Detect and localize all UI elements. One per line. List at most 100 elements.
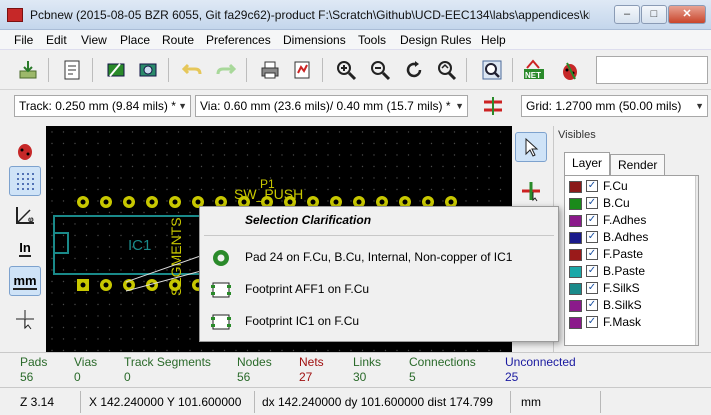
load-board-button[interactable]: [14, 56, 42, 84]
zoom-out-button[interactable]: [366, 56, 394, 84]
layer-row[interactable]: ✓ F.Paste: [565, 246, 690, 263]
page-icon: [64, 60, 80, 80]
menu-help[interactable]: Help: [481, 33, 506, 47]
layer-list-scrollbar[interactable]: [695, 176, 699, 345]
page-settings-button[interactable]: [58, 56, 86, 84]
ladybug-icon: [18, 144, 32, 160]
close-button[interactable]: ✕: [668, 5, 706, 24]
layer-visible-checkbox[interactable]: ✓: [586, 265, 598, 277]
tab-render[interactable]: Render: [610, 154, 666, 175]
redo-button[interactable]: [212, 56, 240, 84]
menu-view[interactable]: View: [81, 33, 107, 47]
menu-route[interactable]: Route: [162, 33, 194, 47]
polar-coords-button[interactable]: φ: [9, 200, 41, 230]
nodes-value: 56: [237, 370, 251, 384]
cursor-delta-readout: dx 142.240000 dy 101.600000 dist 174.799: [262, 395, 493, 409]
layer-color-swatch[interactable]: [569, 232, 582, 244]
layer-color-swatch[interactable]: [569, 249, 582, 261]
menu-edit[interactable]: Edit: [46, 33, 67, 47]
grid-size-value: Grid: 1.2700 mm (50.00 mils): [526, 99, 682, 113]
layer-color-swatch[interactable]: [569, 215, 582, 227]
layer-row[interactable]: ✓ B.Cu: [565, 195, 690, 212]
grid-toggle-button[interactable]: [9, 166, 41, 196]
svg-text:φ: φ: [28, 215, 34, 224]
load-icon: [19, 61, 37, 79]
popup-divider: [204, 235, 554, 236]
minimize-button[interactable]: –: [614, 5, 640, 24]
layer-color-swatch[interactable]: [569, 283, 582, 295]
title-bar: Pcbnew (2015-08-05 BZR 6055, Git fa29c62…: [0, 0, 711, 30]
layer-visible-checkbox[interactable]: ✓: [586, 231, 598, 243]
layer-row[interactable]: ✓ B.Paste: [565, 263, 690, 280]
layer-row[interactable]: ✓ F.SilkS: [565, 280, 690, 297]
layer-name: F.Paste: [603, 247, 644, 261]
menu-place[interactable]: Place: [120, 33, 150, 47]
print-button[interactable]: [256, 56, 284, 84]
layer-visible-checkbox[interactable]: ✓: [586, 180, 598, 192]
popup-item-footprint-ic1[interactable]: Footprint IC1 on F.Cu: [204, 307, 554, 335]
drc-button[interactable]: [556, 56, 584, 84]
auto-track-width-button[interactable]: [479, 92, 507, 120]
zoom-fit-button[interactable]: [432, 56, 460, 84]
layer-visible-checkbox[interactable]: ✓: [586, 248, 598, 260]
track-width-select[interactable]: Track: 0.250 mm (9.84 mils) * ▼: [14, 95, 191, 117]
highlight-net-button[interactable]: [515, 176, 547, 206]
menu-dimensions[interactable]: Dimensions: [283, 33, 346, 47]
menu-tools[interactable]: Tools: [358, 33, 386, 47]
menu-design-rules[interactable]: Design Rules: [400, 33, 471, 47]
grid-icon: [17, 173, 34, 190]
layer-visible-checkbox[interactable]: ✓: [586, 282, 598, 294]
plot-button[interactable]: [288, 56, 316, 84]
footprint-icon: [211, 314, 231, 330]
footprint-editor-button[interactable]: [102, 56, 130, 84]
options-toolbar: Track: 0.250 mm (9.84 mils) * ▼ Via: 0.60…: [0, 90, 711, 122]
popup-item-pad-24[interactable]: Pad 24 on F.Cu, B.Cu, Internal, Non-copp…: [204, 243, 554, 271]
undo-button[interactable]: [178, 56, 206, 84]
drc-toggle-button[interactable]: [9, 136, 41, 166]
links-label: Links: [353, 355, 382, 369]
highlight-net-icon: [522, 182, 540, 202]
popup-item-label: Footprint AFF1 on F.Cu: [245, 282, 370, 296]
svg-text:NET: NET: [525, 71, 541, 80]
menu-preferences[interactable]: Preferences: [206, 33, 271, 47]
layer-visible-checkbox[interactable]: ✓: [586, 197, 598, 209]
layer-row[interactable]: ✓ F.Adhes: [565, 212, 690, 229]
menu-bar: File Edit View Place Route Preferences D…: [0, 30, 711, 50]
layer-name: F.Adhes: [603, 213, 647, 227]
find-button[interactable]: [478, 56, 506, 84]
layer-row[interactable]: ✓ B.Adhes: [565, 229, 690, 246]
layer-visible-checkbox[interactable]: ✓: [586, 299, 598, 311]
redraw-button[interactable]: [400, 56, 428, 84]
plot-icon: [294, 61, 310, 79]
maximize-button[interactable]: □: [641, 5, 667, 24]
ic1-notch: [53, 232, 69, 254]
layer-row[interactable]: ✓ F.Mask: [565, 314, 690, 331]
scrollbar-thumb[interactable]: [698, 196, 699, 256]
vias-value: 0: [74, 370, 81, 384]
via-size-select[interactable]: Via: 0.60 mm (23.6 mils)/ 0.40 mm (15.7 …: [195, 95, 468, 117]
cursor-shape-button[interactable]: [9, 304, 41, 334]
popup-item-footprint-aff1[interactable]: Footprint AFF1 on F.Cu: [204, 275, 554, 303]
layer-color-swatch[interactable]: [569, 300, 582, 312]
tab-layer[interactable]: Layer: [564, 152, 611, 176]
units-mm-button[interactable]: mm: [9, 266, 41, 296]
zoom-in-button[interactable]: [332, 56, 360, 84]
grid-size-select[interactable]: Grid: 1.2700 mm (50.00 mils) ▼: [521, 95, 708, 117]
layer-name: B.SilkS: [603, 298, 642, 312]
layer-color-swatch[interactable]: [569, 181, 582, 193]
toolbar-search-input[interactable]: [596, 56, 708, 84]
layer-row[interactable]: ✓ B.SilkS: [565, 297, 690, 314]
netlist-button[interactable]: NET: [520, 56, 548, 84]
footprint-viewer-button[interactable]: [134, 56, 162, 84]
zoom-out-icon: [371, 61, 391, 81]
layer-color-swatch[interactable]: [569, 198, 582, 210]
layer-color-swatch[interactable]: [569, 317, 582, 329]
layer-row[interactable]: ✓ F.Cu: [565, 178, 690, 195]
layer-visible-checkbox[interactable]: ✓: [586, 214, 598, 226]
layer-color-swatch[interactable]: [569, 266, 582, 278]
layer-visible-checkbox[interactable]: ✓: [586, 316, 598, 328]
menu-file[interactable]: File: [14, 33, 33, 47]
select-tool-button[interactable]: [515, 132, 547, 162]
track-width-value: Track: 0.250 mm (9.84 mils) *: [19, 99, 176, 113]
units-inch-button[interactable]: In: [9, 233, 41, 263]
